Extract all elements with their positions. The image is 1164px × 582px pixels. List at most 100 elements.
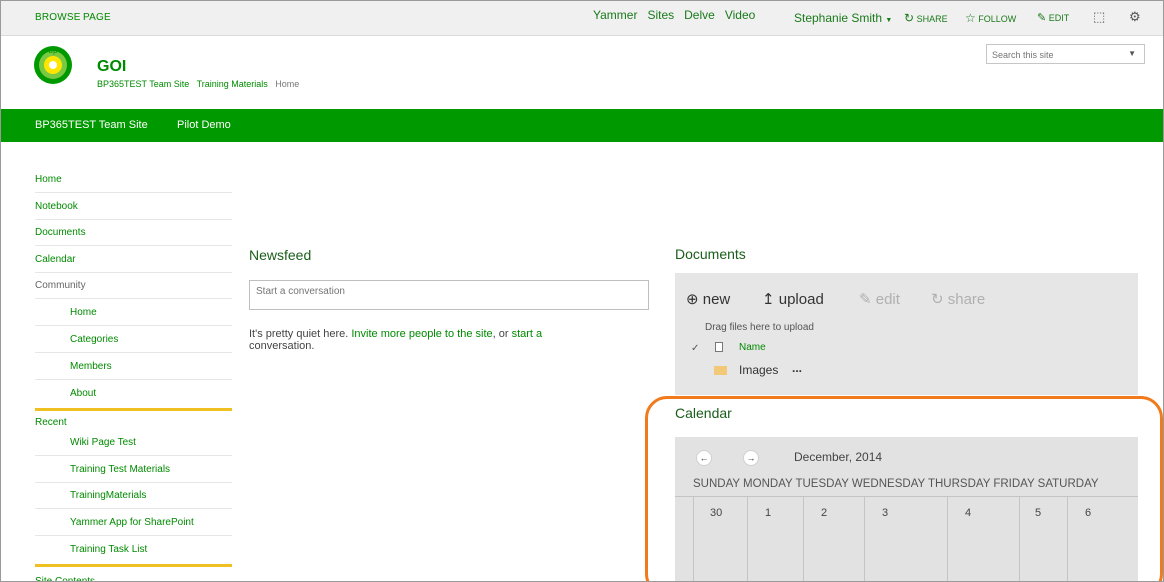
calendar-day-cell[interactable]: 30 [710, 507, 722, 519]
calendar-title[interactable]: Calendar [675, 405, 732, 421]
share-document-button[interactable]: ↻ share [931, 290, 985, 308]
leftnav-item-calendar[interactable]: Calendar [35, 248, 232, 273]
calendar-day-cell[interactable]: 2 [821, 507, 827, 519]
suite-link-video[interactable]: Video [725, 8, 755, 22]
topnav-item-pilot-demo[interactable]: Pilot Demo [177, 119, 231, 131]
ellipsis-menu-button[interactable]: ... [792, 361, 802, 375]
calendar-day-cell[interactable]: 4 [965, 507, 971, 519]
leftnav-item-community[interactable]: Community [35, 274, 232, 299]
breadcrumb-link-team-site[interactable]: BP365TEST Team Site [97, 79, 189, 89]
share-doc-label: share [947, 291, 986, 308]
grid-line [864, 496, 865, 581]
calendar-day-cell[interactable]: 6 [1085, 507, 1091, 519]
bp-logo[interactable]: bp [33, 45, 73, 85]
leftnav-item-documents[interactable]: Documents [35, 221, 232, 246]
leftnav-item-home[interactable]: Home [35, 168, 232, 193]
leftnav-recent-training-task-list[interactable]: Training Task List [35, 538, 232, 563]
leftnav-recent-yammer-app[interactable]: Yammer App for SharePoint [35, 511, 232, 536]
column-header-name[interactable]: Name [739, 342, 766, 353]
arrow-left-icon: ← [699, 453, 709, 463]
grid-line [747, 496, 748, 581]
leftnav-recent-training-test-materials[interactable]: Training Test Materials [35, 458, 232, 483]
invite-people-link[interactable]: Invite more people to the site [351, 328, 492, 340]
ribbon-bar: BROWSE PAGE Yammer Sites Delve Video Stepha… [1, 1, 1163, 36]
upload-icon: ↥ [762, 291, 775, 308]
search-input[interactable] [987, 47, 1120, 63]
follow-label: FOLLOW [978, 14, 1017, 24]
user-menu[interactable]: Stephanie Smith ▼ [794, 11, 892, 25]
user-name: Stephanie Smith [794, 11, 883, 25]
breadcrumb-current: Home [275, 79, 300, 89]
newsfeed-title[interactable]: Newsfeed [249, 247, 311, 263]
suite-links: Yammer Sites Delve Video [593, 8, 765, 22]
leftnav-site-contents[interactable]: Site Contents [35, 570, 232, 581]
calendar-webpart: ← → December, 2014 SUNDAY MONDAY TUESDAY… [675, 437, 1138, 581]
suite-link-sites[interactable]: Sites [647, 8, 674, 22]
newsfeed-empty-message: It's pretty quiet here. Invite more peop… [249, 328, 629, 352]
prev-month-button[interactable]: ← [696, 450, 712, 466]
gear-icon[interactable]: ⚙ [1129, 9, 1141, 25]
chevron-down-icon[interactable]: ▼ [1128, 49, 1136, 58]
pencil-icon: ✎ [859, 291, 872, 308]
tab-browse[interactable]: BROWSE [35, 12, 81, 23]
start-conversation-input[interactable] [250, 281, 636, 297]
site-title[interactable]: GOI [97, 58, 126, 76]
next-month-button[interactable]: → [743, 450, 759, 466]
quiet-text-3: conversation. [249, 340, 315, 352]
breadcrumb: BP365TEST Team Site Training Materials H… [97, 79, 299, 89]
quiet-text-2: , or [492, 328, 512, 340]
sharepoint-window: BROWSE PAGE Yammer Sites Delve Video Stepha… [0, 0, 1164, 582]
focus-content-icon[interactable]: ⬚ [1093, 9, 1105, 25]
documents-title[interactable]: Documents [675, 246, 746, 262]
suite-link-yammer[interactable]: Yammer [593, 8, 637, 22]
edit-label: EDIT [1048, 13, 1070, 23]
breadcrumb-link-training[interactable]: Training Materials [197, 79, 268, 89]
pencil-icon: ✎ [1037, 12, 1047, 24]
folder-icon [714, 366, 727, 375]
calendar-day-cell[interactable]: 5 [1035, 507, 1041, 519]
search-box: ▼ [986, 44, 1145, 64]
documents-webpart: ⊕ new ↥ upload ✎ edit ↻ share Drag files… [675, 273, 1138, 395]
new-document-button[interactable]: ⊕ new [686, 290, 730, 308]
conversation-box [249, 280, 649, 310]
top-nav: BP365TEST Team Site Pilot Demo [1, 109, 1163, 142]
arrow-right-icon: → [746, 453, 756, 463]
calendar-month-label: December, 2014 [794, 450, 883, 464]
folder-images-link[interactable]: Images [739, 363, 778, 377]
calendar-day-cell[interactable]: 3 [882, 507, 888, 519]
upload-button[interactable]: ↥ upload [762, 290, 824, 308]
leftnav-item-notebook[interactable]: Notebook [35, 195, 232, 220]
share-button[interactable]: ↻ SHARE [904, 11, 948, 25]
tab-page[interactable]: PAGE [83, 12, 111, 23]
quiet-text-1: It's pretty quiet here. [249, 328, 352, 340]
leftnav-subitem-members[interactable]: Members [35, 355, 232, 380]
file-icon [715, 342, 723, 352]
calendar-day-cell[interactable]: 1 [765, 507, 771, 519]
edit-button[interactable]: ✎ EDIT [1037, 11, 1069, 24]
leftnav-subitem-categories[interactable]: Categories [35, 328, 232, 353]
leftnav-recent-trainingmaterials[interactable]: TrainingMaterials [35, 484, 232, 509]
chevron-down-icon: ▼ [885, 17, 893, 24]
share-icon: ↻ [904, 11, 915, 25]
drag-upload-hint: Drag files here to upload [705, 322, 814, 333]
edit-document-button[interactable]: ✎ edit [859, 290, 900, 308]
section-divider [35, 564, 232, 567]
checkmark-icon[interactable]: ✓ [691, 343, 699, 354]
grid-line [675, 496, 1138, 497]
share-icon: ↻ [931, 291, 944, 308]
logo-text: bp [49, 46, 58, 55]
leftnav-recent-wiki-page-test[interactable]: Wiki Page Test [35, 431, 232, 456]
start-conversation-link[interactable]: start a [512, 328, 543, 340]
grid-line [693, 496, 694, 581]
suite-link-delve[interactable]: Delve [684, 8, 715, 22]
topnav-item-team-site[interactable]: BP365TEST Team Site [35, 119, 148, 131]
star-icon: ☆ [965, 11, 976, 25]
grid-line [1067, 496, 1068, 581]
leftnav-subitem-about[interactable]: About [35, 382, 232, 407]
leftnav-subitem-home[interactable]: Home [35, 301, 232, 326]
follow-button[interactable]: ☆ FOLLOW [965, 11, 1016, 25]
edit-doc-label: edit [875, 291, 900, 308]
grid-line [947, 496, 948, 581]
share-label: SHARE [916, 14, 948, 24]
days-of-week-header: SUNDAY MONDAY TUESDAY WEDNESDAY THURSDAY… [693, 478, 1099, 490]
